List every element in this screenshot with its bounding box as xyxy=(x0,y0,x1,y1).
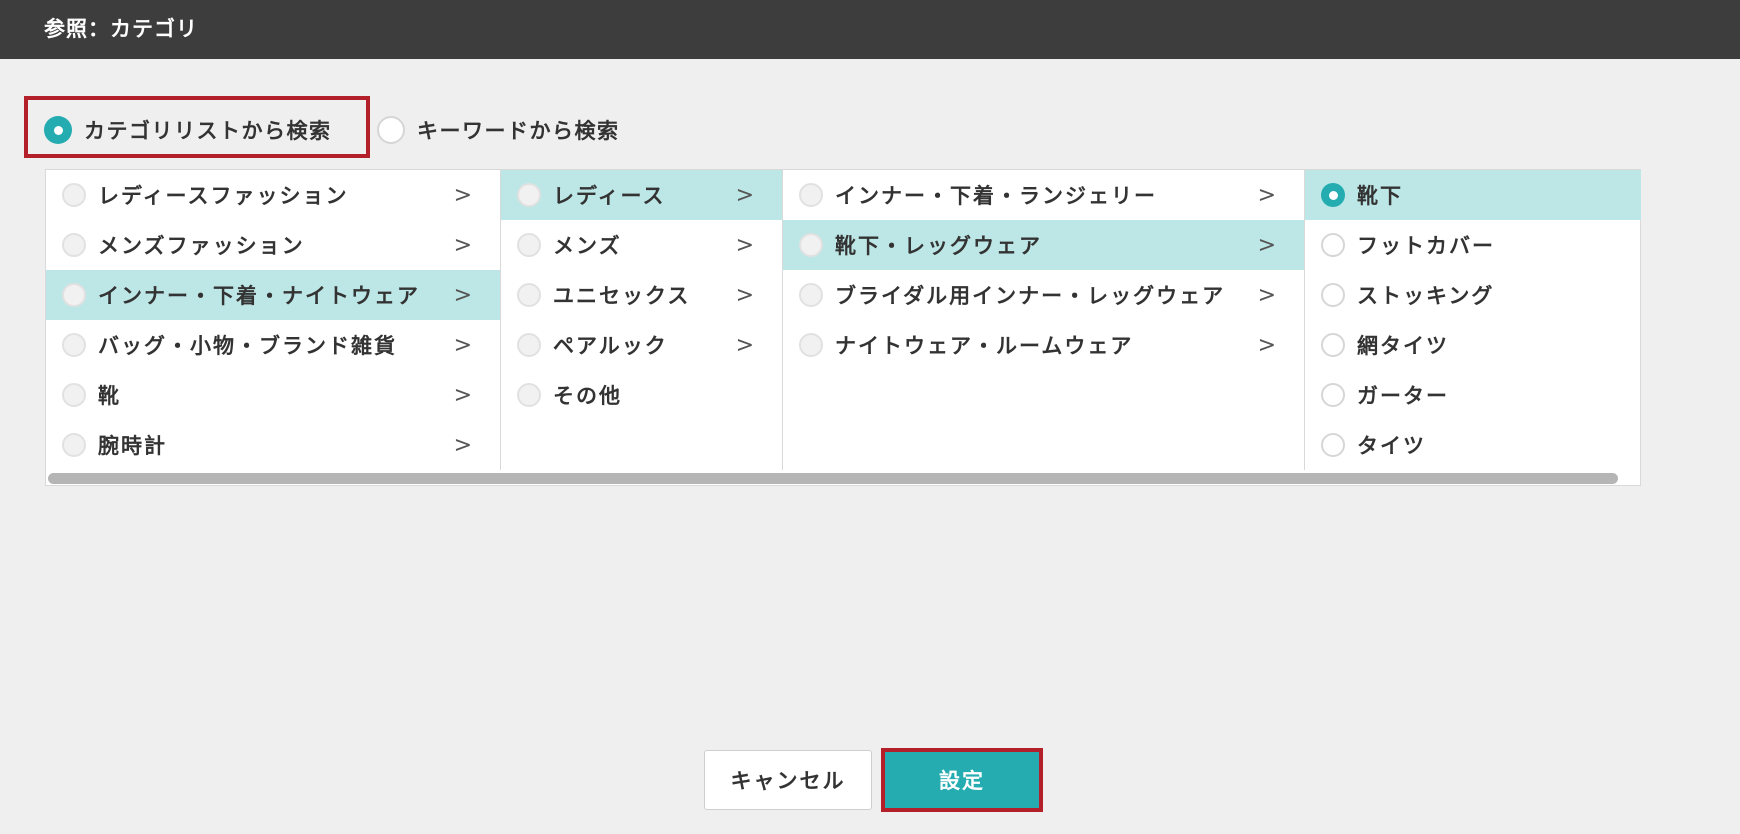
chevron-right-icon: > xyxy=(453,333,472,358)
radio-checked-icon[interactable] xyxy=(1321,183,1345,207)
highlight-frame-ok: 設定 xyxy=(881,748,1043,812)
radio-unchecked-icon[interactable] xyxy=(799,233,823,257)
category-item-label: その他 xyxy=(553,384,622,408)
category-column-level1: レディースファッション > メンズファッション > インナー・下着・ナイトウェア > バッグ… xyxy=(46,170,501,470)
radio-unchecked-icon[interactable] xyxy=(1321,333,1345,357)
category-item[interactable]: メンズ > xyxy=(501,220,782,270)
category-item[interactable]: その他 xyxy=(501,370,782,420)
radio-unchecked-icon[interactable] xyxy=(62,183,86,207)
chevron-right-icon: > xyxy=(453,283,472,308)
category-item-label: フットカバー xyxy=(1357,234,1495,258)
cancel-button[interactable]: キャンセル xyxy=(704,750,872,810)
chevron-right-icon: > xyxy=(735,333,754,358)
chevron-right-icon: > xyxy=(735,183,754,208)
category-item[interactable]: 網タイツ xyxy=(1305,320,1641,370)
radio-unchecked-icon[interactable] xyxy=(62,433,86,457)
category-item-label: 靴 xyxy=(98,384,121,408)
radio-unchecked-icon[interactable] xyxy=(517,383,541,407)
chevron-right-icon: > xyxy=(453,183,472,208)
radio-keyword-label: キーワードから検索 xyxy=(417,119,620,143)
chevron-right-icon: > xyxy=(1257,183,1276,208)
chevron-right-icon: > xyxy=(1257,283,1276,308)
radio-unchecked-icon[interactable] xyxy=(1321,283,1345,307)
radio-unchecked-icon[interactable] xyxy=(1321,233,1345,257)
category-item-label: 靴下・レッグウェア xyxy=(835,234,1042,258)
radio-category-list[interactable]: カテゴリリストから検索 xyxy=(44,115,332,145)
chevron-right-icon: > xyxy=(1257,333,1276,358)
chevron-right-icon: > xyxy=(453,433,472,458)
category-item[interactable]: バッグ・小物・ブランド雑貨 > xyxy=(46,320,500,370)
radio-unchecked-icon[interactable] xyxy=(62,283,86,307)
dialog-title: 参照：カテゴリ xyxy=(44,17,198,41)
radio-unchecked-icon[interactable] xyxy=(517,283,541,307)
category-item[interactable]: タイツ xyxy=(1305,420,1641,470)
radio-checked-icon[interactable] xyxy=(44,116,72,144)
category-item-label: ユニセックス xyxy=(553,284,691,308)
category-item[interactable]: ナイトウェア・ルームウェア > xyxy=(783,320,1304,370)
category-item[interactable]: ブライダル用インナー・レッグウェア > xyxy=(783,270,1304,320)
radio-unchecked-icon[interactable] xyxy=(799,333,823,357)
radio-category-list-label: カテゴリリストから検索 xyxy=(84,119,332,143)
category-item[interactable]: 靴下 xyxy=(1305,170,1641,220)
category-item-label: 腕時計 xyxy=(98,434,167,458)
category-item-label: 靴下 xyxy=(1357,184,1403,208)
category-item[interactable]: 靴下・レッグウェア > xyxy=(783,220,1304,270)
chevron-right-icon: > xyxy=(453,383,472,408)
category-item[interactable]: ユニセックス > xyxy=(501,270,782,320)
category-item[interactable]: レディース > xyxy=(501,170,782,220)
category-column-level2: レディース > メンズ > ユニセックス > ペアルック > その他 xyxy=(501,170,783,470)
radio-unchecked-icon[interactable] xyxy=(62,383,86,407)
category-item-label: メンズファッション xyxy=(98,234,305,258)
category-picker-panel: レディースファッション > メンズファッション > インナー・下着・ナイトウェア > バッグ… xyxy=(45,169,1641,486)
category-column-level4: 靴下フットカバー ストッキング 網タイツガータータイツ xyxy=(1305,170,1641,470)
radio-unchecked-icon[interactable] xyxy=(1321,383,1345,407)
category-item-label: メンズ xyxy=(553,234,622,258)
category-item-label: インナー・下着・ランジェリー xyxy=(835,184,1157,208)
category-item[interactable]: メンズファッション > xyxy=(46,220,500,270)
category-column-level3: インナー・下着・ランジェリー > 靴下・レッグウェア > ブライダル用インナー・レッグウ… xyxy=(783,170,1305,470)
chevron-right-icon: > xyxy=(735,283,754,308)
category-item[interactable]: ペアルック > xyxy=(501,320,782,370)
chevron-right-icon: > xyxy=(1257,233,1276,258)
radio-unchecked-icon[interactable] xyxy=(517,333,541,357)
dialog-titlebar: 参照：カテゴリ xyxy=(0,0,1740,59)
radio-unchecked-icon[interactable] xyxy=(62,333,86,357)
chevron-right-icon: > xyxy=(453,233,472,258)
radio-unchecked-icon[interactable] xyxy=(517,233,541,257)
scrollbar-thumb[interactable] xyxy=(48,473,1618,484)
category-item-label: 網タイツ xyxy=(1357,334,1449,358)
category-item[interactable]: 靴 > xyxy=(46,370,500,420)
radio-unchecked-icon[interactable] xyxy=(799,183,823,207)
category-item-label: ガーター xyxy=(1357,384,1449,408)
category-item[interactable]: フットカバー xyxy=(1305,220,1641,270)
category-item[interactable]: ストッキング xyxy=(1305,270,1641,320)
category-item-label: レディースファッション xyxy=(98,184,349,208)
radio-unchecked-icon[interactable] xyxy=(517,183,541,207)
category-item[interactable]: インナー・下着・ランジェリー > xyxy=(783,170,1304,220)
category-item-label: タイツ xyxy=(1357,434,1426,458)
category-item[interactable]: インナー・下着・ナイトウェア > xyxy=(46,270,500,320)
category-item-label: ブライダル用インナー・レッグウェア xyxy=(835,284,1226,308)
category-item[interactable]: 腕時計 > xyxy=(46,420,500,470)
category-item-label: バッグ・小物・ブランド雑貨 xyxy=(98,334,397,358)
category-item[interactable]: レディースファッション > xyxy=(46,170,500,220)
category-item-label: インナー・下着・ナイトウェア xyxy=(98,284,420,308)
radio-unchecked-icon[interactable] xyxy=(62,233,86,257)
radio-unchecked-icon[interactable] xyxy=(377,116,405,144)
radio-unchecked-icon[interactable] xyxy=(799,283,823,307)
radio-keyword[interactable]: キーワードから検索 xyxy=(377,115,620,145)
ok-button[interactable]: 設定 xyxy=(885,752,1039,808)
category-item-label: ペアルック xyxy=(553,334,668,358)
category-item[interactable]: ガーター xyxy=(1305,370,1641,420)
chevron-right-icon: > xyxy=(735,233,754,258)
category-item-label: ストッキング xyxy=(1357,284,1495,308)
radio-unchecked-icon[interactable] xyxy=(1321,433,1345,457)
horizontal-scrollbar[interactable] xyxy=(46,471,1640,485)
category-item-label: ナイトウェア・ルームウェア xyxy=(835,334,1134,358)
category-item-label: レディース xyxy=(553,184,666,208)
